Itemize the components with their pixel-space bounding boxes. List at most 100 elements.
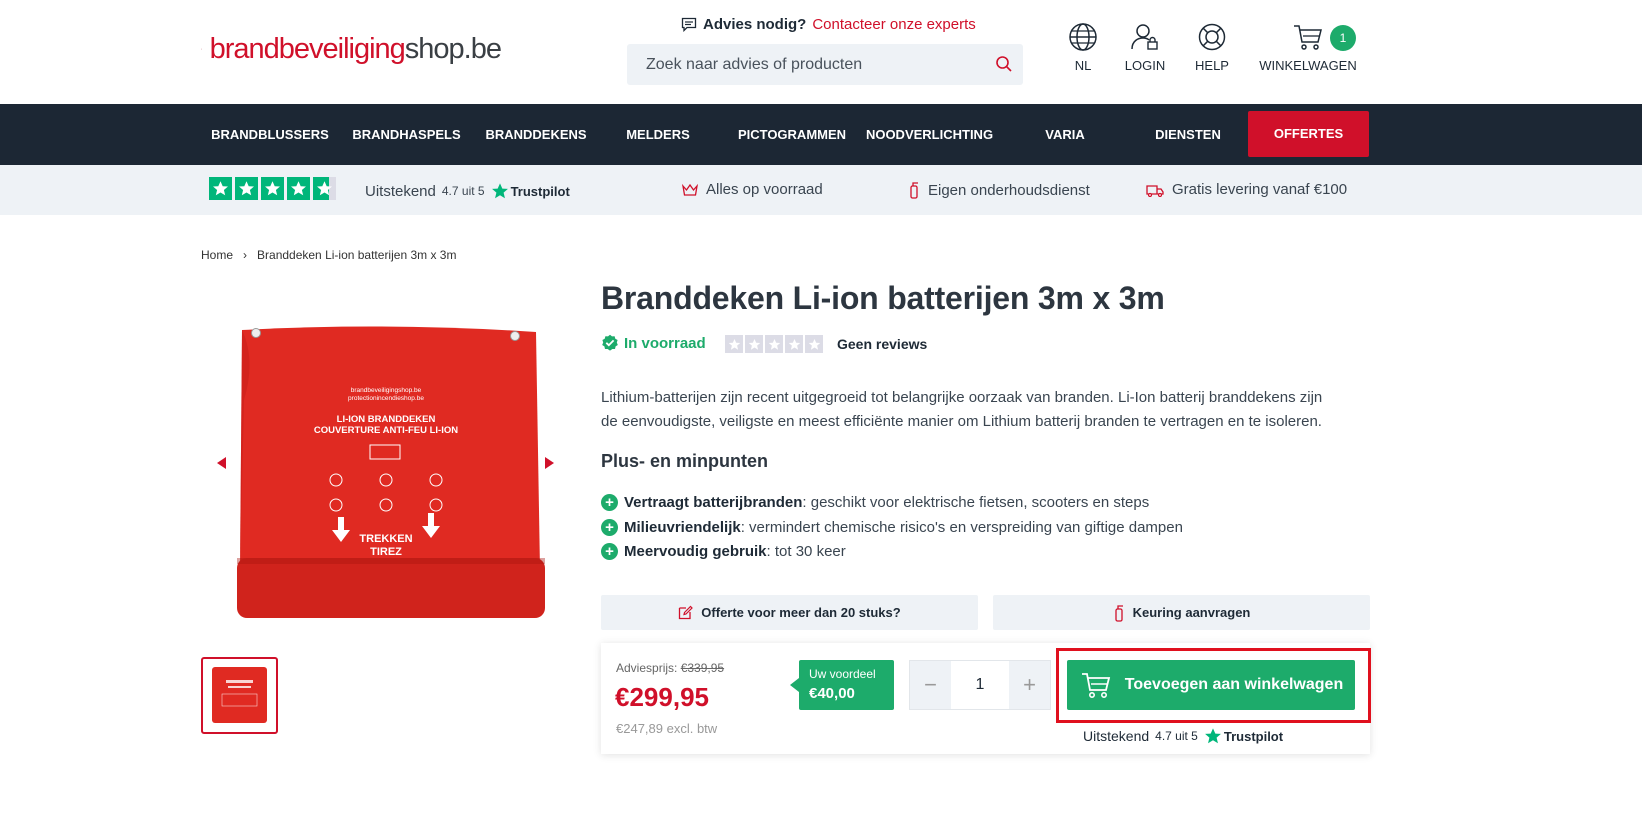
gallery-next-arrow[interactable] — [545, 457, 554, 469]
user-lock-icon — [1131, 24, 1158, 50]
advice-label: Advies nodig? — [703, 16, 807, 33]
product-image[interactable]: brandbeveiligingshop.be protectionincend… — [236, 320, 546, 625]
empty-star-icon — [725, 335, 743, 353]
trustpilot-rating-bottom[interactable]: Uitstekend 4.7 uit 5 Trustpilot — [1083, 727, 1283, 745]
rating-label: Uitstekend — [365, 182, 436, 200]
advice-price-value: €339,95 — [680, 661, 725, 675]
image-title-line2: COUVERTURE ANTI-FEU LI-ION — [314, 425, 458, 436]
pro-item: + Milieuvriendelijk: vermindert chemisch… — [601, 519, 1183, 536]
trustpilot-text: Trustpilot — [1223, 728, 1284, 744]
advice-bar: Advies nodig? Contacteer onze experts — [681, 16, 976, 33]
site-header: brandbeveiligingshop.be Advies nodig? Co… — [0, 0, 1642, 104]
language-label: NL — [1074, 58, 1092, 73]
nav-item-diensten[interactable]: DIENSTEN — [1143, 104, 1233, 165]
offerte-button[interactable]: Offerte voor meer dan 20 stuks? — [601, 595, 978, 630]
search-bar — [627, 44, 1023, 85]
stock-label: In voorraad — [624, 334, 706, 352]
rating-value: 4.7 uit 5 — [1155, 729, 1198, 743]
breadcrumb-home[interactable]: Home — [201, 248, 233, 262]
check-badge-icon — [602, 334, 618, 351]
keuring-button[interactable]: Keuring aanvragen — [993, 595, 1370, 630]
nav-item-offertes[interactable]: OFFERTES — [1248, 111, 1369, 157]
add-to-cart-label: Toevoegen aan winkelwagen — [1124, 676, 1344, 693]
pros-cons-title: Plus- en minpunten — [601, 451, 769, 471]
globe-icon — [1069, 23, 1097, 51]
review-stars[interactable] — [725, 335, 823, 353]
pro-item: + Vertraagt batterijbranden: geschikt vo… — [601, 494, 1149, 511]
star-icon — [235, 177, 258, 200]
advice-price-label: Adviesprijs: — [616, 661, 678, 675]
trustpilot-logo: Trustpilot — [1204, 727, 1283, 745]
language-selector[interactable]: NL — [1063, 22, 1103, 73]
login-button[interactable]: LOGIN — [1124, 22, 1166, 73]
nav-item-noodverlichting[interactable]: NOODVERLICHTING — [862, 104, 997, 165]
pro-item-bold: Milieuvriendelijk — [624, 519, 741, 536]
quantity-stepper: − 1 + — [909, 660, 1051, 710]
nav-item-branddekens[interactable]: BRANDDEKENS — [480, 104, 592, 165]
breadcrumb-current: Branddeken Li-ion batterijen 3m x 3m — [257, 248, 457, 262]
usp-free-delivery: Gratis levering vanaf €100 — [1146, 181, 1347, 198]
image-title-line1: LI-ION BRANDDEKEN — [337, 414, 436, 425]
image-pull-line1: TREKKEN — [359, 533, 412, 545]
savings-label: Uw voordeel — [809, 667, 876, 681]
plus-circle-icon: + — [601, 519, 618, 536]
trustpilot-rating[interactable]: Uitstekend 4.7 uit 5 Trustpilot — [365, 182, 570, 200]
trustpilot-star-icon — [491, 183, 508, 199]
site-logo[interactable]: brandbeveiligingshop.be — [201, 17, 502, 81]
empty-star-icon — [805, 335, 823, 353]
truck-icon — [1146, 184, 1164, 197]
product-price: €299,95 — [615, 682, 709, 712]
search-input[interactable] — [627, 44, 987, 85]
product-title: Branddeken Li-ion batterijen 3m x 3m — [601, 280, 1165, 316]
trustpilot-text: Trustpilot — [510, 183, 570, 199]
advice-price: Adviesprijs: €339,95 — [616, 661, 724, 675]
keuring-button-label: Keuring aanvragen — [1132, 605, 1251, 620]
empty-star-icon — [785, 335, 803, 353]
extinguisher-icon — [910, 182, 918, 199]
add-to-cart-button[interactable]: Toevoegen aan winkelwagen — [1067, 660, 1355, 710]
quantity-input[interactable]: 1 — [951, 661, 1009, 709]
nav-item-brandhaspels[interactable]: BRANDHASPELS — [350, 104, 463, 165]
lifebuoy-icon — [1198, 23, 1226, 51]
help-button[interactable]: HELP — [1192, 22, 1232, 73]
cart-label: WINKELWAGEN — [1259, 58, 1357, 73]
image-brand-text-2: protectionincendieshop.be — [348, 395, 424, 402]
star-icon — [209, 177, 232, 200]
flame-logo-icon — [201, 48, 202, 50]
image-brand-text: brandbeveiligingshop.be — [351, 387, 422, 394]
pro-item-text: : geschikt voor elektrische fietsen, sco… — [802, 494, 1150, 511]
main-navigation: BRANDBLUSSERS BRANDHASPELS BRANDDEKENS M… — [0, 104, 1642, 165]
nav-item-brandblussers[interactable]: BRANDBLUSSERS — [207, 104, 333, 165]
breadcrumb-separator: › — [243, 248, 248, 262]
usp-maintenance: Eigen onderhoudsdienst — [908, 181, 1090, 199]
usp-free-delivery-label: Gratis levering vanaf €100 — [1172, 181, 1348, 198]
logo-text-shop: shop.be — [404, 32, 502, 65]
product-thumbnail[interactable] — [201, 657, 278, 734]
empty-star-icon — [765, 335, 783, 353]
offerte-button-label: Offerte voor meer dan 20 stuks? — [701, 605, 901, 620]
pro-item-bold: Vertraagt batterijbranden — [624, 494, 803, 511]
star-half-icon — [313, 177, 336, 200]
trustpilot-logo: Trustpilot — [491, 182, 570, 200]
search-icon[interactable] — [995, 55, 1013, 73]
gallery-prev-arrow[interactable] — [217, 457, 226, 469]
savings-value: €40,00 — [809, 685, 855, 702]
chat-icon — [681, 17, 697, 32]
usp-maintenance-label: Eigen onderhoudsdienst — [928, 181, 1090, 199]
logo-text-brand: brandbeveiliging — [209, 32, 406, 65]
nav-item-melders[interactable]: MELDERS — [620, 104, 696, 165]
star-icon — [287, 177, 310, 200]
quantity-decrease-button[interactable]: − — [910, 661, 951, 709]
contact-experts-link[interactable]: Contacteer onze experts — [812, 16, 975, 33]
plus-circle-icon: + — [601, 543, 618, 560]
pro-item-bold: Meervoudig gebruik — [624, 543, 767, 560]
reviews-label[interactable]: Geen reviews — [837, 336, 927, 352]
nav-item-varia[interactable]: VARIA — [1030, 104, 1100, 165]
rating-label: Uitstekend — [1083, 728, 1150, 744]
breadcrumb: Home › Branddeken Li-ion batterijen 3m x… — [201, 248, 456, 262]
trustpilot-stars — [209, 177, 336, 200]
edit-icon — [679, 605, 694, 620]
quantity-increase-button[interactable]: + — [1009, 661, 1050, 709]
nav-item-pictogrammen[interactable]: PICTOGRAMMEN — [727, 104, 857, 165]
pro-item-text: : vermindert chemische risico's en versp… — [740, 519, 1183, 536]
